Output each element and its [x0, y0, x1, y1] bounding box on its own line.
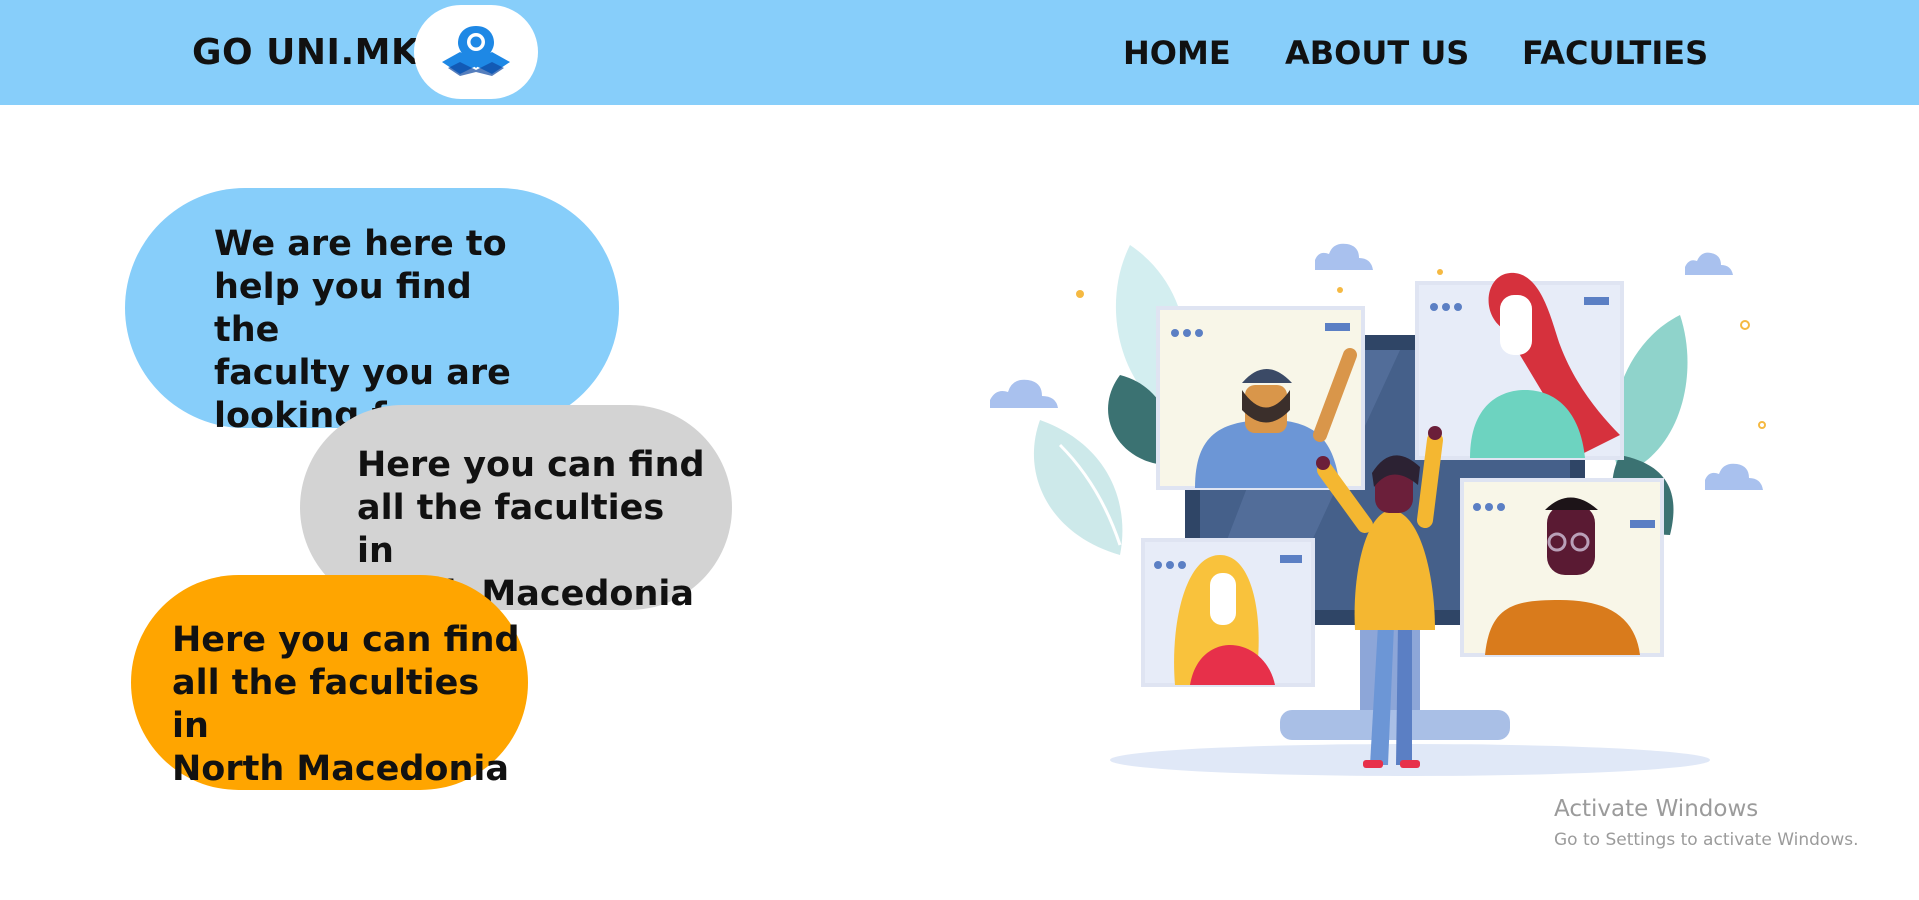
info-bubble-orange: Here you can find all the faculties in N… — [131, 575, 528, 790]
intro-bubble: We are here to help you find the faculty… — [125, 188, 619, 436]
activate-windows-title: Activate Windows — [1554, 796, 1759, 822]
brand-title[interactable]: GO UNI.MK — [192, 32, 419, 74]
info-bubble-orange-text: Here you can find all the faculties in N… — [172, 620, 520, 789]
top-navbar: GO UNI.MK HOME ABOUT US FACULTIES — [0, 0, 1919, 105]
nav-about-us[interactable]: ABOUT US — [1285, 32, 1469, 74]
map-pin-icon — [442, 26, 510, 76]
logo-badge[interactable] — [414, 5, 538, 99]
nav-faculties[interactable]: FACULTIES — [1522, 32, 1708, 74]
video-conference-illustration — [990, 243, 1766, 776]
activate-windows-subtitle: Go to Settings to activate Windows. — [1554, 830, 1859, 850]
nav-home[interactable]: HOME — [1123, 32, 1231, 74]
